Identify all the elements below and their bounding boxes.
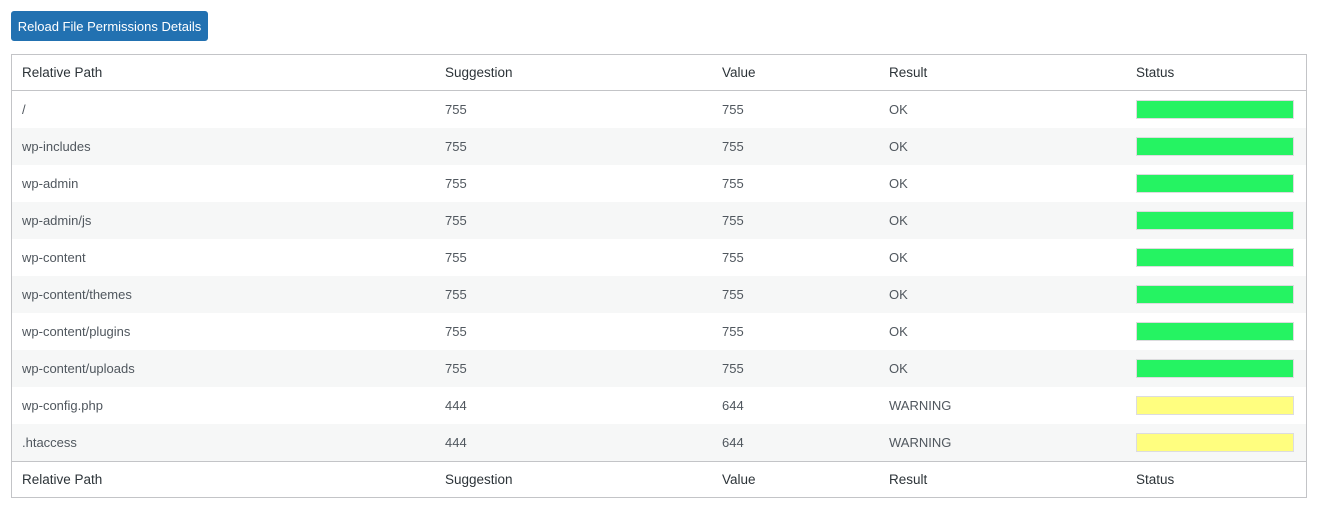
header-result: Result — [879, 55, 1126, 91]
cell-suggestion: 755 — [445, 102, 467, 117]
table-row: .htaccess 444 644 WARNING — [12, 424, 1306, 462]
cell-value: 644 — [722, 398, 744, 413]
cell-result: OK — [889, 213, 908, 228]
table-row: wp-content/plugins 755 755 OK — [12, 313, 1306, 350]
cell-value: 644 — [722, 435, 744, 450]
table-row: wp-admin/js 755 755 OK — [12, 202, 1306, 239]
cell-relative-path: wp-content/themes — [22, 287, 132, 302]
footer-suggestion: Suggestion — [435, 461, 712, 497]
cell-relative-path: wp-admin/js — [22, 213, 92, 228]
cell-suggestion: 755 — [445, 324, 467, 339]
status-indicator-warning — [1136, 396, 1294, 415]
status-indicator-ok — [1136, 137, 1294, 156]
cell-suggestion: 755 — [445, 213, 467, 228]
cell-relative-path: wp-admin — [22, 176, 79, 191]
table-row: wp-config.php 444 644 WARNING — [12, 387, 1306, 424]
cell-status — [1126, 313, 1306, 350]
cell-result: OK — [889, 139, 908, 154]
reload-file-permissions-button[interactable]: Reload File Permissions Details — [11, 11, 208, 41]
cell-status — [1126, 239, 1306, 276]
cell-suggestion: 755 — [445, 361, 467, 376]
table-row: wp-includes 755 755 OK — [12, 128, 1306, 165]
cell-value: 755 — [722, 361, 744, 376]
table-row: / 755 755 OK — [12, 91, 1306, 129]
file-permissions-table: Relative Path Suggestion Value Result St… — [11, 54, 1307, 498]
cell-result: OK — [889, 176, 908, 191]
cell-value: 755 — [722, 324, 744, 339]
cell-value: 755 — [722, 139, 744, 154]
cell-status — [1126, 276, 1306, 313]
cell-result: WARNING — [889, 398, 952, 413]
status-indicator-ok — [1136, 248, 1294, 267]
cell-status — [1126, 128, 1306, 165]
cell-relative-path: wp-content/plugins — [22, 324, 131, 339]
cell-status — [1126, 165, 1306, 202]
cell-suggestion: 444 — [445, 398, 467, 413]
cell-result: OK — [889, 287, 908, 302]
table-row: wp-content/themes 755 755 OK — [12, 276, 1306, 313]
header-value: Value — [712, 55, 879, 91]
cell-value: 755 — [722, 102, 744, 117]
table-row: wp-content/uploads 755 755 OK — [12, 350, 1306, 387]
status-indicator-ok — [1136, 285, 1294, 304]
cell-status — [1126, 350, 1306, 387]
footer-status: Status — [1126, 461, 1306, 497]
status-indicator-ok — [1136, 359, 1294, 378]
cell-suggestion: 444 — [445, 435, 467, 450]
cell-status — [1126, 387, 1306, 424]
status-indicator-ok — [1136, 211, 1294, 230]
cell-relative-path: wp-content — [22, 250, 86, 265]
cell-result: OK — [889, 324, 908, 339]
header-relative-path: Relative Path — [12, 55, 435, 91]
table-body: / 755 755 OK wp-includes 755 755 OK wp-admin 755 7… — [12, 91, 1306, 462]
status-indicator-ok — [1136, 322, 1294, 341]
cell-value: 755 — [722, 287, 744, 302]
cell-suggestion: 755 — [445, 250, 467, 265]
cell-result: WARNING — [889, 435, 952, 450]
status-indicator-warning — [1136, 433, 1294, 452]
cell-relative-path: wp-config.php — [22, 398, 103, 413]
header-status: Status — [1126, 55, 1306, 91]
header-suggestion: Suggestion — [435, 55, 712, 91]
cell-status — [1126, 424, 1306, 462]
cell-relative-path: .htaccess — [22, 435, 77, 450]
cell-suggestion: 755 — [445, 287, 467, 302]
footer-value: Value — [712, 461, 879, 497]
table-row: wp-content 755 755 OK — [12, 239, 1306, 276]
status-indicator-ok — [1136, 100, 1294, 119]
table-header: Relative Path Suggestion Value Result St… — [12, 55, 1306, 91]
cell-suggestion: 755 — [445, 139, 467, 154]
cell-relative-path: wp-content/uploads — [22, 361, 135, 376]
footer-relative-path: Relative Path — [12, 461, 435, 497]
cell-suggestion: 755 — [445, 176, 467, 191]
cell-status — [1126, 91, 1306, 129]
status-indicator-ok — [1136, 174, 1294, 193]
table-footer: Relative Path Suggestion Value Result St… — [12, 461, 1306, 497]
cell-result: OK — [889, 102, 908, 117]
cell-status — [1126, 202, 1306, 239]
cell-relative-path: / — [22, 102, 26, 117]
cell-result: OK — [889, 361, 908, 376]
cell-relative-path: wp-includes — [22, 139, 91, 154]
cell-result: OK — [889, 250, 908, 265]
cell-value: 755 — [722, 250, 744, 265]
footer-result: Result — [879, 461, 1126, 497]
table-row: wp-admin 755 755 OK — [12, 165, 1306, 202]
cell-value: 755 — [722, 213, 744, 228]
cell-value: 755 — [722, 176, 744, 191]
